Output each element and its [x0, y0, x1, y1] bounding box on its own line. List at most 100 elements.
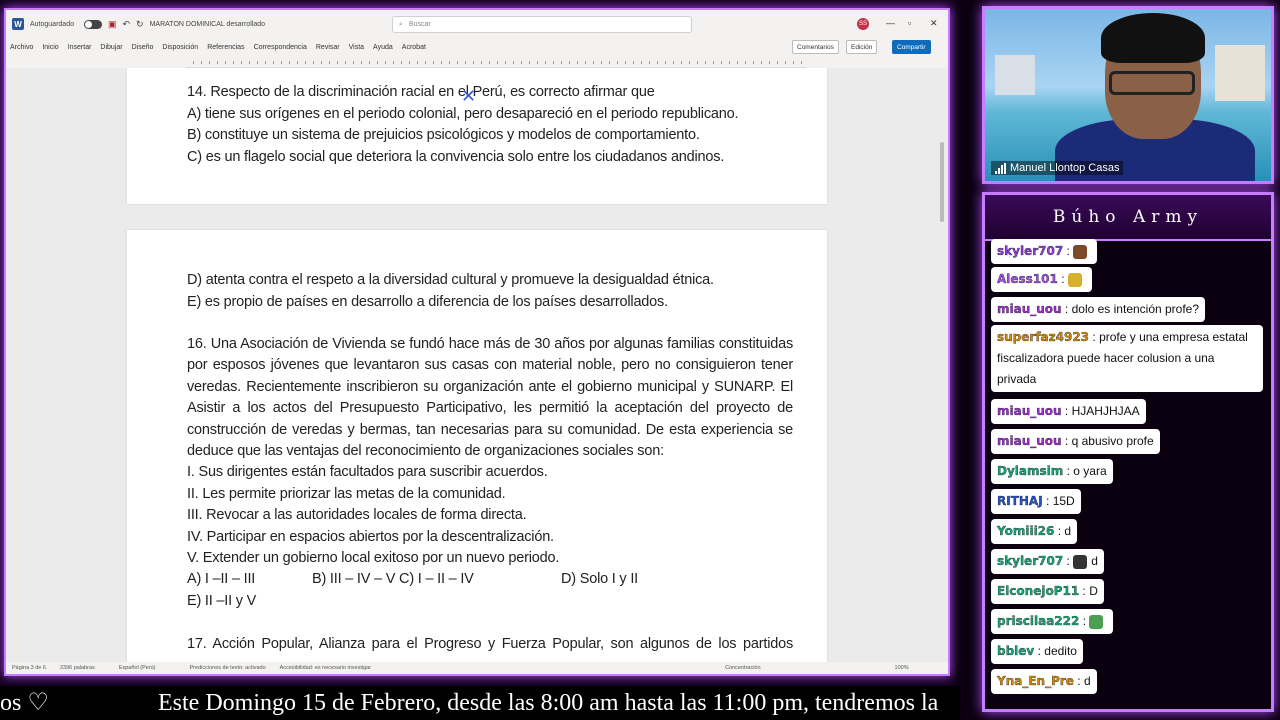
- answer-e: E) II –II y V: [187, 593, 257, 609]
- presenter-hair: [1101, 13, 1205, 63]
- chat-username[interactable]: Yna_En_Pre: [997, 674, 1074, 688]
- chat-message: RITHAJ : 15D: [991, 489, 1081, 514]
- search-input[interactable]: ⌕ Buscar: [392, 16, 692, 33]
- chat-username[interactable]: superfaz4923: [997, 330, 1089, 344]
- chat-text: dolo es intención profe?: [1071, 302, 1200, 316]
- language-status[interactable]: Español (Perú): [119, 665, 156, 671]
- signal-icon: [995, 162, 1006, 174]
- comments-label: Comentarios: [797, 43, 834, 51]
- chat-text: 15D: [1052, 494, 1075, 508]
- option-c: C) es un flagelo social que deteriora la…: [187, 149, 725, 165]
- minimize-icon[interactable]: —: [886, 18, 895, 28]
- question-16-line: Asistir a los actos del Presupuesto Part…: [187, 400, 793, 416]
- chat-separator: :: [1061, 434, 1072, 448]
- chat-username[interactable]: RITHAJ: [997, 494, 1043, 508]
- chat-separator: :: [1063, 244, 1074, 258]
- question-16-line: 16. Una Asociación de Vivienda se fundó …: [187, 336, 793, 352]
- maximize-icon[interactable]: ▫: [908, 18, 911, 28]
- undo-icon[interactable]: ↶: [123, 19, 131, 30]
- close-icon[interactable]: ✕: [930, 18, 938, 29]
- chat-separator: :: [1079, 584, 1090, 598]
- chat-username[interactable]: Aless101: [997, 272, 1058, 286]
- answer-a: A) I –II – III: [187, 571, 256, 587]
- edit-label: Edición: [851, 43, 873, 51]
- menu-ayuda[interactable]: Ayuda: [373, 44, 393, 51]
- chat-separator: :: [1034, 644, 1045, 658]
- zoom-level[interactable]: 100%: [895, 665, 909, 671]
- menu-dibujar[interactable]: Dibujar: [100, 44, 122, 51]
- option-d: D) atenta contra el respeto a la diversi…: [187, 272, 714, 288]
- menu-disposicion[interactable]: Disposición: [162, 44, 198, 51]
- webcam-feed: Manuel Llontop Casas: [982, 6, 1274, 184]
- pen-annotation-mark: ✕: [461, 86, 477, 106]
- chat-separator: :: [1063, 554, 1074, 568]
- chat-username[interactable]: miau_uou: [997, 434, 1062, 448]
- chat-username[interactable]: ElconejoP11: [997, 584, 1080, 598]
- chat-message: miau_uou : dolo es intención profe?: [991, 297, 1206, 322]
- question-16-line: veredas. Recientemente inscribieron su o…: [187, 379, 793, 395]
- page-count[interactable]: Página 3 de 6: [12, 665, 46, 671]
- chat-separator: :: [1073, 674, 1084, 688]
- menu-referencias[interactable]: Referencias: [207, 44, 244, 51]
- chat-text: d: [1091, 554, 1098, 568]
- focus-button[interactable]: Concentración: [725, 665, 760, 671]
- menu-diseno[interactable]: Diseño: [132, 44, 154, 51]
- chat-text: q abusivo profe: [1071, 434, 1154, 448]
- question-16-line: construcción de veredas y bermas, tan ne…: [187, 422, 793, 438]
- chat-text: o yara: [1073, 464, 1107, 478]
- chat-separator: :: [1061, 404, 1072, 418]
- document-page: D) atenta contra el respeto a la diversi…: [127, 230, 827, 668]
- chat-username[interactable]: miau_uou: [997, 404, 1062, 418]
- question-16-line: deduce que las ventajas del reconocimien…: [187, 443, 664, 459]
- chat-panel: Búho Army skyler707 : Aless101 : miau_uo…: [982, 192, 1274, 712]
- menu-vista[interactable]: Vista: [349, 44, 364, 51]
- document-canvas[interactable]: 14. Respecto de la discriminación racial…: [6, 68, 948, 668]
- menu-correspondencia[interactable]: Correspondencia: [254, 44, 307, 51]
- chat-title: Búho Army: [985, 195, 1271, 241]
- chat-username[interactable]: bblev: [997, 644, 1035, 658]
- chat-username[interactable]: skyler707: [997, 554, 1063, 568]
- redo-icon[interactable]: ↻: [136, 19, 144, 30]
- chat-text: d: [1064, 524, 1072, 538]
- chat-separator: :: [1054, 524, 1065, 538]
- accessibility-status[interactable]: Accesibilidad: es necesario investigar: [280, 665, 371, 671]
- option-e: E) es propio de países en desarrollo a d…: [187, 294, 668, 310]
- vertical-scrollbar[interactable]: [940, 132, 946, 668]
- chat-username[interactable]: skyler707: [997, 244, 1063, 258]
- ticker-text: Este Domingo 15 de Febrero, desde las 8:…: [158, 690, 939, 716]
- menu-inicio[interactable]: Inicio: [42, 44, 58, 51]
- menu-revisar[interactable]: Revisar: [316, 44, 340, 51]
- text-predictions-status[interactable]: Predicciones de texto: activado: [190, 665, 266, 671]
- chat-text: D: [1089, 584, 1098, 598]
- ticker-tail-text: os ♡: [0, 690, 49, 716]
- chat-message: Yna_En_Pre : d: [991, 669, 1097, 694]
- chat-text: dedito: [1044, 644, 1077, 658]
- question-14: 14. Respecto de la discriminación racial…: [187, 84, 655, 100]
- chat-username[interactable]: Dylamsim: [997, 464, 1064, 478]
- chat-message: miau_uou : q abusivo profe: [991, 429, 1160, 454]
- save-icon[interactable]: ▣: [108, 19, 117, 30]
- stream-frame: W Autoguardado ▣ ↶ ↻ MARATON DOMINICAL d…: [0, 0, 1280, 720]
- status-bar: Página 3 de 6 2396 palabras Español (Per…: [6, 662, 948, 674]
- menu-archivo[interactable]: Archivo: [10, 44, 33, 51]
- chat-text: d: [1083, 674, 1091, 688]
- edit-mode-button[interactable]: Edición: [846, 40, 878, 54]
- share-button[interactable]: Compartir: [892, 40, 931, 54]
- word-count[interactable]: 2396 palabras: [60, 665, 95, 671]
- menu-acrobat[interactable]: Acrobat: [402, 44, 426, 51]
- word-app-icon: W: [12, 18, 24, 30]
- document-page: 14. Respecto de la discriminación racial…: [127, 68, 827, 204]
- chat-username[interactable]: priscilaa222: [997, 614, 1080, 628]
- chat-separator: :: [1042, 494, 1053, 508]
- news-ticker: os ♡ Este Domingo 15 de Febrero, desde l…: [0, 686, 960, 720]
- option-b: B) constituye un sistema de prejuicios p…: [187, 127, 700, 143]
- chat-username[interactable]: Yomiii26: [997, 524, 1055, 538]
- avatar[interactable]: SS: [857, 18, 869, 30]
- chat-username[interactable]: miau_uou: [997, 302, 1062, 316]
- menu-insertar[interactable]: Insertar: [68, 44, 92, 51]
- comments-button[interactable]: Comentarios: [792, 40, 839, 54]
- doc-title[interactable]: MARATON DOMINICAL desarrollado: [150, 21, 265, 28]
- autosave-toggle[interactable]: [83, 19, 102, 29]
- ruler[interactable]: [186, 56, 806, 68]
- statement-ii: II. Les permite priorizar las metas de l…: [187, 486, 506, 502]
